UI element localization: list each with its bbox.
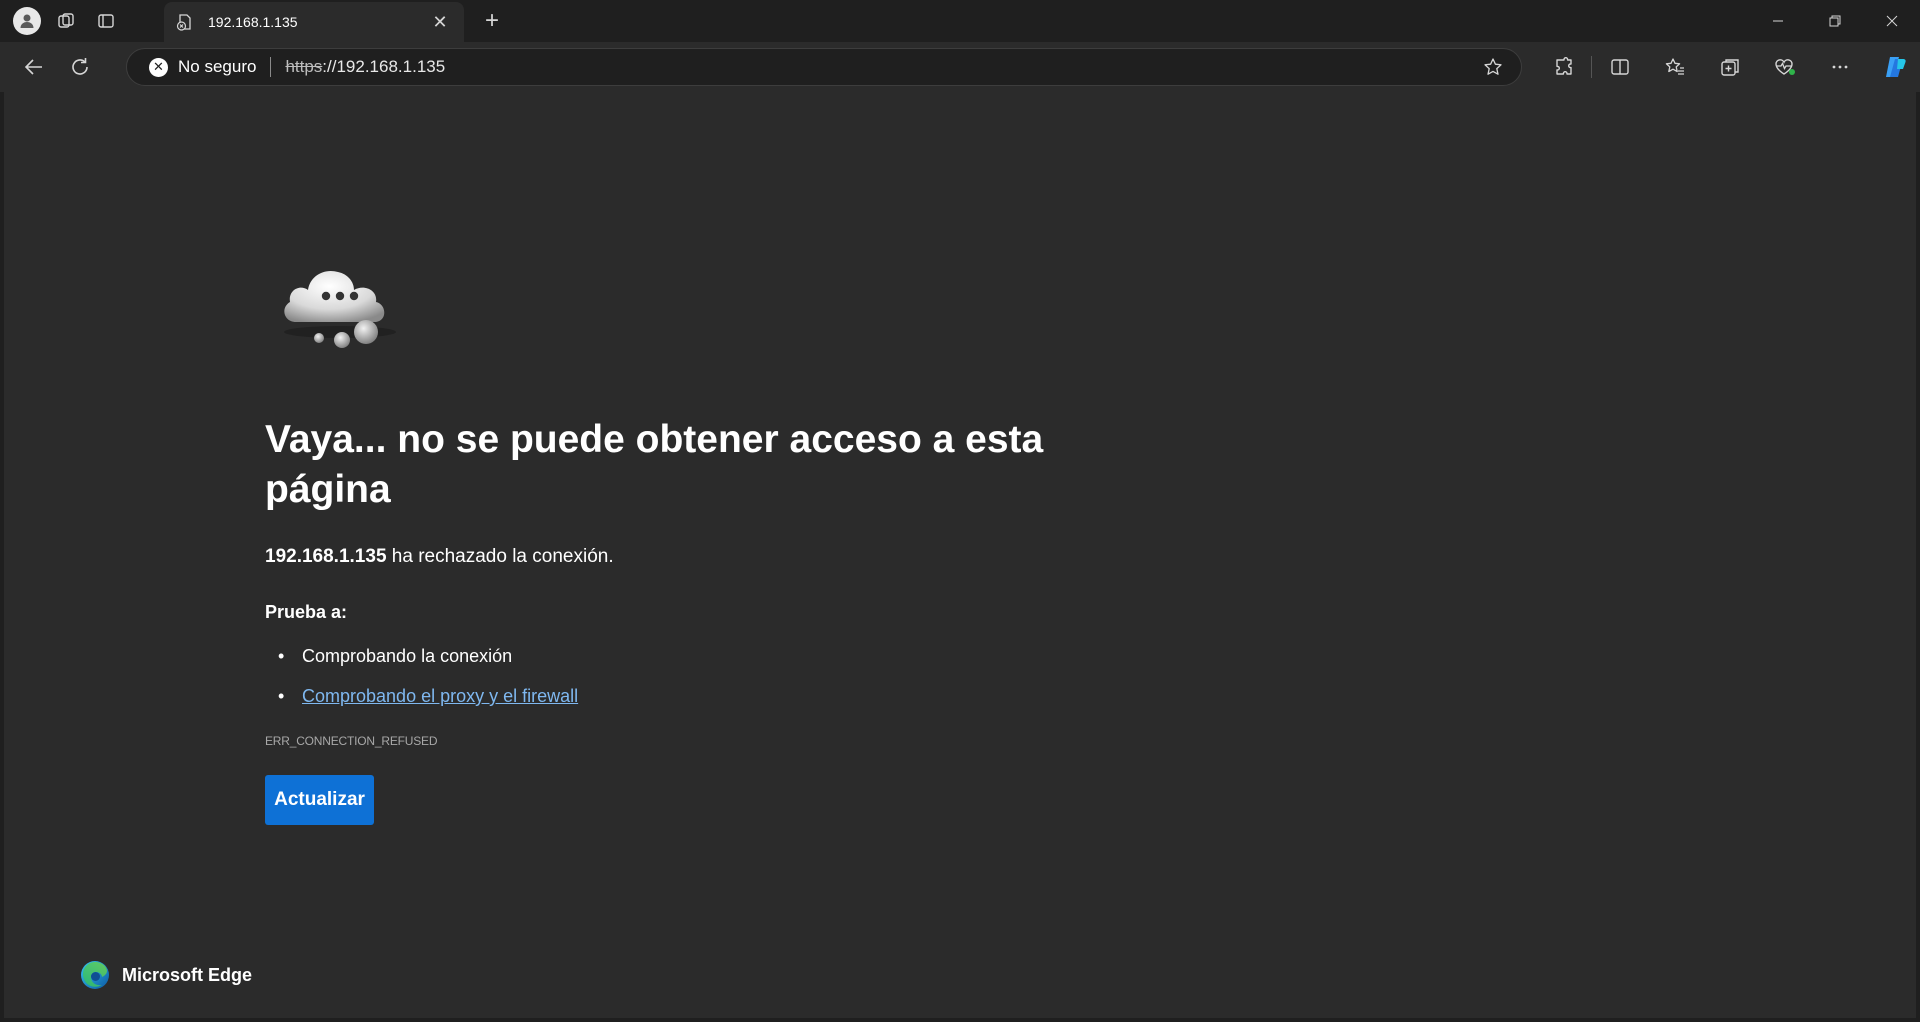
extensions-button[interactable]: [1536, 47, 1591, 87]
puzzle-icon: [1555, 57, 1572, 75]
suggestion-list: • Comprobando la conexión • Comprobando el…: [278, 644, 578, 724]
reload-icon: [72, 58, 88, 75]
not-secure-icon: ✕: [149, 57, 168, 77]
error-heading: Vaya... no se puede obtener acceso a est…: [265, 418, 1044, 511]
window-controls: [1749, 0, 1920, 42]
minimize-button[interactable]: [1749, 0, 1806, 42]
url-host: ://192.168.1.135: [322, 57, 446, 76]
more-icon: [1832, 65, 1847, 69]
arrow-left-icon: [24, 59, 42, 75]
address-bar[interactable]: ✕ No seguro https://192.168.1.135: [126, 48, 1522, 86]
close-icon[interactable]: ✕: [428, 10, 452, 34]
close-window-button[interactable]: [1863, 0, 1920, 42]
collections-button[interactable]: [1702, 47, 1757, 87]
add-favorite-button[interactable]: [1483, 57, 1503, 82]
navigation-toolbar: ✕ No seguro https://192.168.1.135: [0, 42, 1920, 92]
edge-branding: Microsoft Edge: [80, 960, 252, 990]
url-text[interactable]: https://192.168.1.135: [285, 57, 445, 77]
tab-title: 192.168.1.135: [208, 14, 298, 30]
tab-actions-icon: [98, 14, 114, 28]
url-protocol: https: [285, 57, 323, 76]
edge-logo-icon: [81, 961, 109, 989]
vertical-tabs-button[interactable]: [86, 0, 126, 42]
favorites-icon: [1665, 58, 1684, 75]
list-item: • Comprobando la conexión: [278, 644, 578, 684]
suggestion-proxy-firewall-link[interactable]: Comprobando el proxy y el firewall: [302, 684, 578, 724]
reload-button[interactable]: [58, 47, 102, 87]
brand-name: Microsoft Edge: [122, 964, 253, 985]
bullet: •: [278, 646, 285, 666]
tab-strip: 192.168.1.135 ✕ +: [0, 0, 1920, 42]
page-error-icon: [176, 13, 194, 31]
address-separator: [270, 57, 272, 77]
bullet: •: [278, 686, 285, 706]
restore-button[interactable]: [1806, 0, 1863, 42]
site-info-button[interactable]: ✕ No seguro: [149, 57, 256, 77]
restore-icon: [1829, 15, 1840, 27]
refresh-button[interactable]: Actualizar: [265, 775, 374, 825]
cloud-error-icon: [284, 270, 396, 348]
error-reason-text: ha rechazado la conexión.: [386, 546, 614, 567]
toolbar-actions: [1536, 42, 1920, 92]
browser-essentials-button[interactable]: [1757, 47, 1812, 87]
error-host: 192.168.1.135: [265, 546, 387, 567]
minimize-icon: [1772, 20, 1783, 22]
close-window-icon: [1886, 15, 1897, 27]
error-reason: 192.168.1.135 ha rechazado la conexión.: [265, 546, 614, 568]
workspaces-button[interactable]: [46, 0, 86, 42]
settings-more-button[interactable]: [1812, 47, 1867, 87]
suggestion-check-connection: Comprobando la conexión: [302, 646, 513, 666]
star-icon: [1484, 58, 1502, 75]
profile-button[interactable]: [8, 0, 46, 42]
collections-icon: [1720, 59, 1739, 76]
copilot-button[interactable]: [1867, 47, 1920, 87]
security-label: No seguro: [178, 57, 257, 76]
try-label: Prueba a:: [265, 602, 348, 622]
favorites-button[interactable]: [1647, 47, 1702, 87]
list-item: • Comprobando el proxy y el firewall: [278, 684, 578, 724]
split-screen-button[interactable]: [1592, 47, 1647, 87]
new-tab-button[interactable]: +: [474, 0, 510, 42]
active-tab[interactable]: 192.168.1.135 ✕: [164, 2, 464, 42]
avatar-icon: [13, 7, 41, 35]
split-screen-icon: [1610, 59, 1629, 75]
copilot-icon: [1885, 57, 1906, 77]
workspaces-icon: [58, 13, 74, 28]
error-code: ERR_CONNECTION_REFUSED: [265, 734, 438, 748]
back-button[interactable]: [12, 47, 56, 87]
heart-pulse-icon: [1774, 59, 1795, 75]
